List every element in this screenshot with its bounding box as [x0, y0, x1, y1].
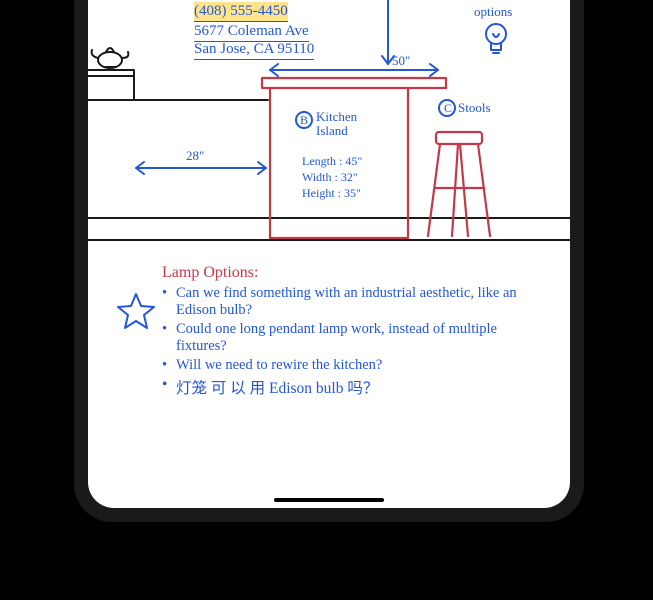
list-item: •灯笼 可 以 用 Edison bulb 吗？	[162, 376, 522, 398]
dim-left-label: 28"	[186, 148, 204, 164]
stools-label: Stools	[458, 100, 491, 116]
home-indicator[interactable]	[274, 498, 384, 502]
marker-b-letter: B	[300, 113, 308, 128]
options-label: options	[474, 4, 512, 20]
island-title: Kitchen Island	[316, 110, 386, 137]
screen[interactable]: (408) 555-4450 5677 Coleman Ave San Jose…	[88, 0, 570, 508]
marker-c-letter: C	[444, 101, 452, 116]
stool-shape	[428, 132, 490, 236]
address-line2[interactable]: San Jose, CA 95110	[194, 40, 314, 60]
ipad-frame: (408) 555-4450 5677 Coleman Ave San Jose…	[74, 0, 584, 522]
list-item: •Could one long pendant lamp work, inste…	[162, 321, 522, 355]
island-length: Length : 45"	[302, 154, 362, 169]
list-item: •Will we need to rewire the kitchen?	[162, 357, 522, 374]
address-line1[interactable]: 5677 Coleman Ave	[194, 22, 309, 42]
island-height: Height : 35"	[302, 186, 361, 201]
star-icon	[118, 294, 154, 328]
list-item: •Can we find something with an industria…	[162, 285, 522, 319]
dim-top-label: 50"	[392, 53, 410, 69]
phone-text[interactable]: (408) 555-4450	[194, 2, 288, 22]
lamp-options-title: Lamp Options:	[162, 263, 258, 283]
lightbulb-icon	[486, 24, 506, 53]
notes-list: •Can we find something with an industria…	[162, 283, 522, 398]
island-width: Width : 32"	[302, 170, 358, 185]
note-canvas[interactable]: (408) 555-4450 5677 Coleman Ave San Jose…	[88, 0, 570, 508]
teapot-icon	[92, 48, 129, 68]
sketch-layer	[88, 0, 570, 508]
